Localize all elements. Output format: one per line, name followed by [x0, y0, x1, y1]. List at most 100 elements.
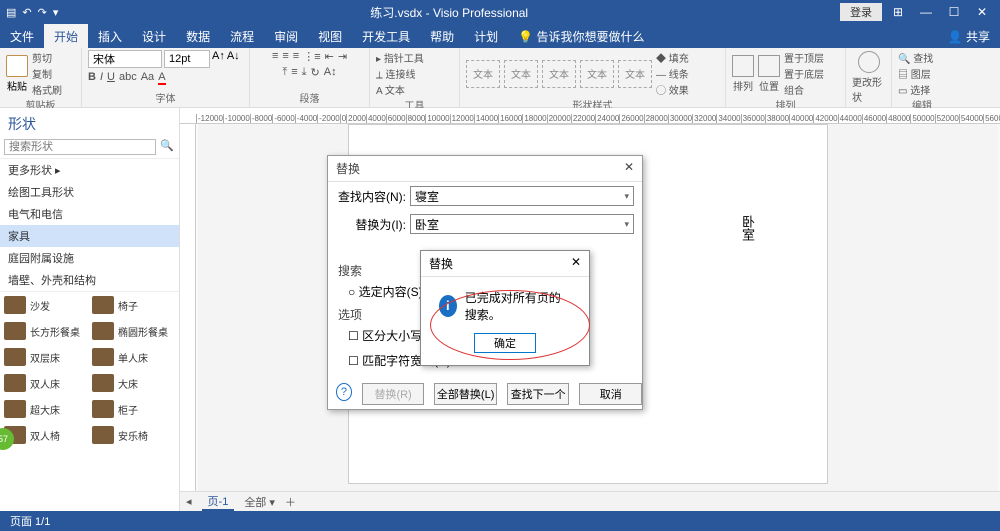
find-input[interactable]: 寝室▾: [410, 186, 634, 206]
minimize-icon[interactable]: —: [914, 5, 938, 19]
line-button[interactable]: — 线条: [656, 66, 689, 81]
shape-item[interactable]: 单人床: [92, 348, 174, 366]
font-color-icon[interactable]: A: [158, 71, 165, 85]
find-button[interactable]: 🔍 查找: [898, 50, 933, 65]
italic-icon[interactable]: I: [100, 71, 103, 85]
change-shape-button[interactable]: 更改形状: [852, 51, 885, 104]
cat-electrical[interactable]: 电气和电信: [0, 203, 179, 225]
layers-button[interactable]: ▤ 图层: [898, 66, 933, 81]
style-preview-2[interactable]: 文本: [504, 60, 538, 88]
add-page-icon[interactable]: ＋: [285, 494, 296, 510]
group-button[interactable]: 组合: [784, 82, 824, 97]
align-center-icon[interactable]: ≡: [282, 50, 288, 63]
text-direction-icon[interactable]: A↕: [324, 66, 337, 79]
shape-item[interactable]: 大床: [92, 374, 174, 392]
tab-data[interactable]: 数据: [176, 24, 220, 49]
valign-bot-icon[interactable]: ⤓: [302, 66, 307, 79]
cut-button[interactable]: 剪切: [32, 50, 62, 65]
align-left-icon[interactable]: ≡: [272, 50, 278, 63]
tab-review[interactable]: 审阅: [264, 24, 308, 49]
tab-process[interactable]: 流程: [220, 24, 264, 49]
dialog-close-icon[interactable]: ✕: [624, 160, 634, 177]
style-preview-1[interactable]: 文本: [466, 60, 500, 88]
shape-item[interactable]: 双人椅: [4, 426, 86, 444]
tab-view[interactable]: 视图: [308, 24, 352, 49]
shape-item[interactable]: 双人床: [4, 374, 86, 392]
indent-dec-icon[interactable]: ⇤: [325, 50, 334, 63]
replace-button[interactable]: 替换(R): [362, 383, 425, 405]
style-preview-5[interactable]: 文本: [618, 60, 652, 88]
align-right-icon[interactable]: ≡: [293, 50, 299, 63]
decrease-font-icon[interactable]: A↓: [227, 50, 240, 68]
page-prev-icon[interactable]: ◂: [186, 495, 192, 508]
tell-me[interactable]: 💡 告诉我你想要做什么: [508, 24, 654, 49]
ok-button[interactable]: 确定: [474, 333, 536, 353]
close-icon[interactable]: ✕: [970, 5, 994, 19]
help-icon[interactable]: ?: [336, 383, 352, 401]
bullets-icon[interactable]: ⋮≡: [303, 50, 320, 63]
page-all-dropdown[interactable]: 全部 ▾: [244, 494, 275, 510]
page-tab-1[interactable]: 页-1: [202, 493, 235, 511]
share-button[interactable]: 👤 共享: [938, 24, 1000, 49]
send-back-button[interactable]: 置于底层: [784, 66, 824, 81]
redo-icon[interactable]: ↷: [38, 6, 47, 19]
cat-drawing-tools[interactable]: 绘图工具形状: [0, 181, 179, 203]
select-button[interactable]: ▭ 选择: [898, 82, 933, 97]
paste-button[interactable]: 粘贴: [6, 55, 28, 93]
tab-insert[interactable]: 插入: [88, 24, 132, 49]
msgbox-close-icon[interactable]: ✕: [571, 255, 581, 272]
canvas-text-bedroom[interactable]: 卧室: [738, 215, 757, 241]
format-painter-button[interactable]: 格式刷: [32, 82, 62, 97]
strike-icon[interactable]: abc: [119, 71, 137, 85]
connector-tool[interactable]: ⟂ 连接线: [376, 66, 424, 81]
font-size-select[interactable]: 12pt: [164, 50, 210, 68]
fill-button[interactable]: ◆ 填充: [656, 50, 689, 65]
style-preview-3[interactable]: 文本: [542, 60, 576, 88]
bring-front-button[interactable]: 置于顶层: [784, 50, 824, 65]
valign-top-icon[interactable]: ⤒: [282, 66, 287, 79]
font-name-select[interactable]: 宋体: [88, 50, 162, 68]
search-icon[interactable]: 🔍: [156, 139, 178, 155]
shape-item[interactable]: 柜子: [92, 400, 174, 418]
shape-item[interactable]: 长方形餐桌: [4, 322, 86, 340]
radio-selection[interactable]: ○ 选定内容(S): [348, 283, 423, 300]
tab-design[interactable]: 设计: [132, 24, 176, 49]
ribbon-opts-icon[interactable]: ⊞: [886, 5, 910, 19]
style-preview-4[interactable]: 文本: [580, 60, 614, 88]
login-button[interactable]: 登录: [840, 3, 882, 21]
shape-item[interactable]: 超大床: [4, 400, 86, 418]
cat-more[interactable]: 更多形状 ▸: [0, 159, 179, 181]
position-button[interactable]: 位置: [758, 55, 780, 93]
shape-item[interactable]: 沙发: [4, 296, 86, 314]
tab-developer[interactable]: 开发工具: [352, 24, 420, 49]
shape-item[interactable]: 椭圆形餐桌: [92, 322, 174, 340]
tab-file[interactable]: 文件: [0, 24, 44, 49]
cat-furniture[interactable]: 家具: [0, 225, 179, 247]
find-next-button[interactable]: 查找下一个: [507, 383, 570, 405]
valign-mid-icon[interactable]: ≡: [291, 66, 297, 79]
maximize-icon[interactable]: ☐: [942, 5, 966, 19]
replace-input[interactable]: 卧室▾: [410, 214, 634, 234]
effect-button[interactable]: ◯ 效果: [656, 82, 689, 97]
text-highlight-icon[interactable]: Aa: [141, 71, 154, 85]
pointer-tool[interactable]: ▸ 指针工具: [376, 50, 424, 65]
increase-font-icon[interactable]: A↑: [212, 50, 225, 68]
arrange-button[interactable]: 排列: [732, 55, 754, 93]
shape-item[interactable]: 安乐椅: [92, 426, 174, 444]
tab-help[interactable]: 帮助: [420, 24, 464, 49]
cat-garden[interactable]: 庭园附属设施: [0, 247, 179, 269]
rotate-icon[interactable]: ↻: [311, 66, 320, 79]
bold-icon[interactable]: B: [88, 71, 96, 85]
tab-plan[interactable]: 计划: [464, 24, 508, 49]
indent-inc-icon[interactable]: ⇥: [338, 50, 347, 63]
underline-icon[interactable]: U: [107, 71, 115, 85]
cat-walls[interactable]: 墙壁、外壳和结构: [0, 269, 179, 291]
save-icon[interactable]: ▤: [6, 6, 16, 19]
shape-item[interactable]: 双层床: [4, 348, 86, 366]
text-tool[interactable]: A 文本: [376, 82, 424, 97]
undo-icon[interactable]: ↶: [22, 6, 31, 19]
shape-item[interactable]: 椅子: [92, 296, 174, 314]
copy-button[interactable]: 复制: [32, 66, 62, 81]
search-shapes-input[interactable]: [4, 139, 156, 155]
cancel-button[interactable]: 取消: [579, 383, 642, 405]
